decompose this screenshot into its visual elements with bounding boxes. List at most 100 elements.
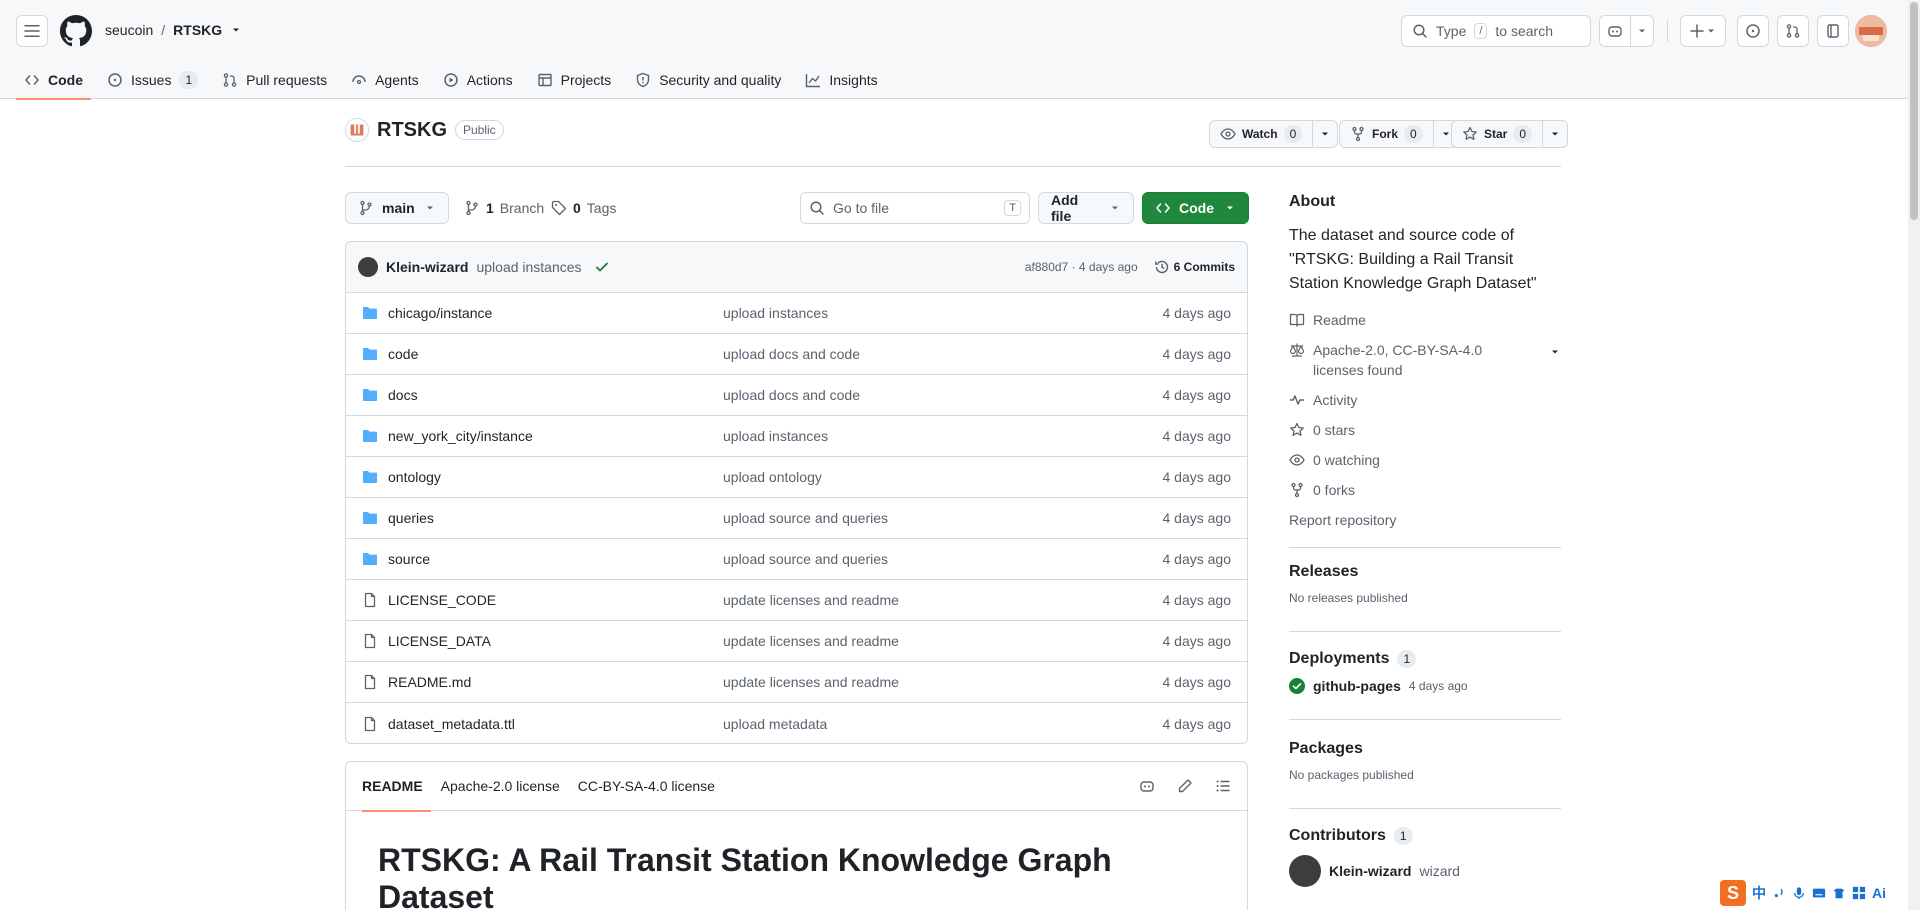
commit-author-avatar[interactable] (358, 257, 378, 277)
tab-issues[interactable]: Issues 1 (99, 60, 206, 99)
ime-ai-label[interactable]: Ai (1872, 885, 1886, 901)
file-name-link[interactable]: code (388, 346, 418, 362)
sogou-logo-icon[interactable]: S (1720, 880, 1746, 906)
user-avatar[interactable] (1855, 15, 1887, 47)
file-commit-message[interactable]: upload docs and code (723, 346, 1163, 362)
tab-apache-license[interactable]: Apache-2.0 license (433, 762, 568, 811)
contributor-avatar[interactable] (1289, 855, 1321, 887)
add-file-button[interactable]: Add file (1038, 192, 1134, 224)
file-commit-message[interactable]: update licenses and readme (723, 674, 1163, 690)
contributors-title[interactable]: Contributors (1289, 827, 1386, 845)
tab-cc-license[interactable]: CC-BY-SA-4.0 license (570, 762, 723, 811)
tab-agents[interactable]: Agents (343, 60, 427, 99)
file-commit-message[interactable]: upload source and queries (723, 510, 1163, 526)
file-commit-message[interactable]: update licenses and readme (723, 592, 1163, 608)
watch-dropdown[interactable] (1313, 121, 1337, 147)
tab-projects[interactable]: Projects (529, 60, 620, 99)
copilot-icon[interactable] (1139, 778, 1155, 794)
tab-code[interactable]: Code (16, 60, 91, 100)
commits-history-link[interactable]: 6 Commits (1154, 259, 1235, 275)
pull-requests-button[interactable] (1777, 15, 1809, 47)
search-input[interactable]: Type / to search (1401, 15, 1591, 47)
copilot-menu-button[interactable] (1630, 15, 1654, 47)
file-commit-message[interactable]: upload metadata (723, 716, 1163, 732)
file-commit-message[interactable]: upload instances (723, 305, 1163, 321)
table-row[interactable]: README.md update licenses and readme 4 day… (346, 662, 1247, 703)
repo-link[interactable]: RTSKG (173, 22, 222, 38)
file-name-link[interactable]: queries (388, 510, 434, 526)
commit-message[interactable]: upload instances (476, 259, 581, 275)
table-row[interactable]: LICENSE_DATA update licenses and readme 4 … (346, 621, 1247, 662)
table-row[interactable]: source upload source and queries 4 days ag… (346, 539, 1247, 580)
table-row[interactable]: dataset_metadata.ttl upload metadata 4 day… (346, 703, 1247, 743)
file-name-link[interactable]: README.md (388, 674, 471, 690)
owner-link[interactable]: seucoin (105, 22, 153, 38)
github-logo-icon[interactable] (60, 15, 92, 47)
file-commit-message[interactable]: upload ontology (723, 469, 1163, 485)
check-icon[interactable] (594, 259, 610, 275)
table-row[interactable]: LICENSE_CODE update licenses and readme 4 … (346, 580, 1247, 621)
table-row[interactable]: ontology upload ontology 4 days ago (346, 457, 1247, 498)
branches-link[interactable]: 1 Branch (464, 200, 544, 216)
file-commit-message[interactable]: update licenses and readme (723, 633, 1163, 649)
file-name-link[interactable]: docs (388, 387, 418, 403)
file-commit-message[interactable]: upload instances (723, 428, 1163, 444)
table-row[interactable]: chicago/instance upload instances 4 days a… (346, 293, 1247, 334)
page-scrollbar[interactable] (1908, 0, 1920, 910)
table-row[interactable]: docs upload docs and code 4 days ago (346, 375, 1247, 416)
fork-main[interactable]: Fork 0 (1340, 121, 1434, 147)
file-name-link[interactable]: dataset_metadata.ttl (388, 716, 515, 732)
list-unordered-icon[interactable] (1215, 778, 1231, 794)
file-name-link[interactable]: source (388, 551, 430, 567)
issues-button[interactable] (1737, 15, 1769, 47)
releases-title[interactable]: Releases (1289, 563, 1561, 581)
go-to-file-input[interactable]: Go to file T (800, 192, 1030, 224)
table-row[interactable]: code upload docs and code 4 days ago (346, 334, 1247, 375)
packages-title[interactable]: Packages (1289, 740, 1561, 758)
star-button[interactable]: Star 0 (1451, 120, 1569, 148)
tab-pull-requests[interactable]: Pull requests (214, 60, 335, 99)
repo-name[interactable]: RTSKG (377, 119, 447, 142)
skin-icon[interactable] (1832, 886, 1846, 900)
star-main[interactable]: Star 0 (1452, 121, 1544, 147)
microphone-icon[interactable] (1792, 886, 1806, 900)
watch-button[interactable]: Watch 0 (1209, 120, 1339, 148)
deployment-item[interactable]: github-pages 4 days ago (1289, 678, 1561, 694)
file-commit-message[interactable]: upload source and queries (723, 551, 1163, 567)
punctuation-icon[interactable] (1772, 886, 1786, 900)
table-row[interactable]: new_york_city/instance upload instances 4 … (346, 416, 1247, 457)
report-repository-link[interactable]: Report repository (1289, 510, 1561, 530)
stars-link[interactable]: 0 stars (1289, 420, 1561, 440)
watch-main[interactable]: Watch 0 (1210, 121, 1314, 147)
file-name-link[interactable]: LICENSE_DATA (388, 633, 491, 649)
watching-link[interactable]: 0 watching (1289, 450, 1561, 470)
tab-security[interactable]: Security and quality (627, 60, 789, 99)
code-button[interactable]: Code (1142, 192, 1249, 224)
readme-link[interactable]: Readme (1289, 310, 1561, 330)
tab-readme[interactable]: README (354, 762, 431, 812)
toolbox-icon[interactable] (1852, 886, 1866, 900)
create-new-button[interactable] (1680, 15, 1726, 47)
menu-button[interactable] (16, 15, 48, 47)
license-link[interactable]: Apache-2.0, CC-BY-SA-4.0 licenses found (1289, 340, 1561, 380)
fork-button[interactable]: Fork 0 (1339, 120, 1459, 148)
table-row[interactable]: queries upload source and queries 4 days a… (346, 498, 1247, 539)
commit-hash-time[interactable]: af880d7 · 4 days ago (1025, 260, 1138, 274)
repo-owner-avatar[interactable] (345, 118, 369, 142)
file-name-link[interactable]: LICENSE_CODE (388, 592, 496, 608)
ime-mode-label[interactable]: 中 (1752, 883, 1766, 903)
pencil-icon[interactable] (1177, 778, 1193, 794)
tab-insights[interactable]: Insights (797, 60, 885, 99)
triangle-down-icon[interactable] (230, 24, 242, 36)
branch-select-button[interactable]: main (345, 192, 449, 224)
tab-actions[interactable]: Actions (435, 60, 521, 99)
star-dropdown[interactable] (1543, 121, 1567, 147)
file-name-link[interactable]: ontology (388, 469, 441, 485)
tags-link[interactable]: 0 Tags (551, 200, 616, 216)
copilot-button[interactable] (1599, 15, 1631, 47)
keyboard-icon[interactable] (1812, 886, 1826, 900)
scrollbar-thumb[interactable] (1910, 2, 1918, 220)
forks-link[interactable]: 0 forks (1289, 480, 1561, 500)
file-commit-message[interactable]: upload docs and code (723, 387, 1163, 403)
contributor-item[interactable]: Klein-wizard wizard (1289, 855, 1561, 887)
